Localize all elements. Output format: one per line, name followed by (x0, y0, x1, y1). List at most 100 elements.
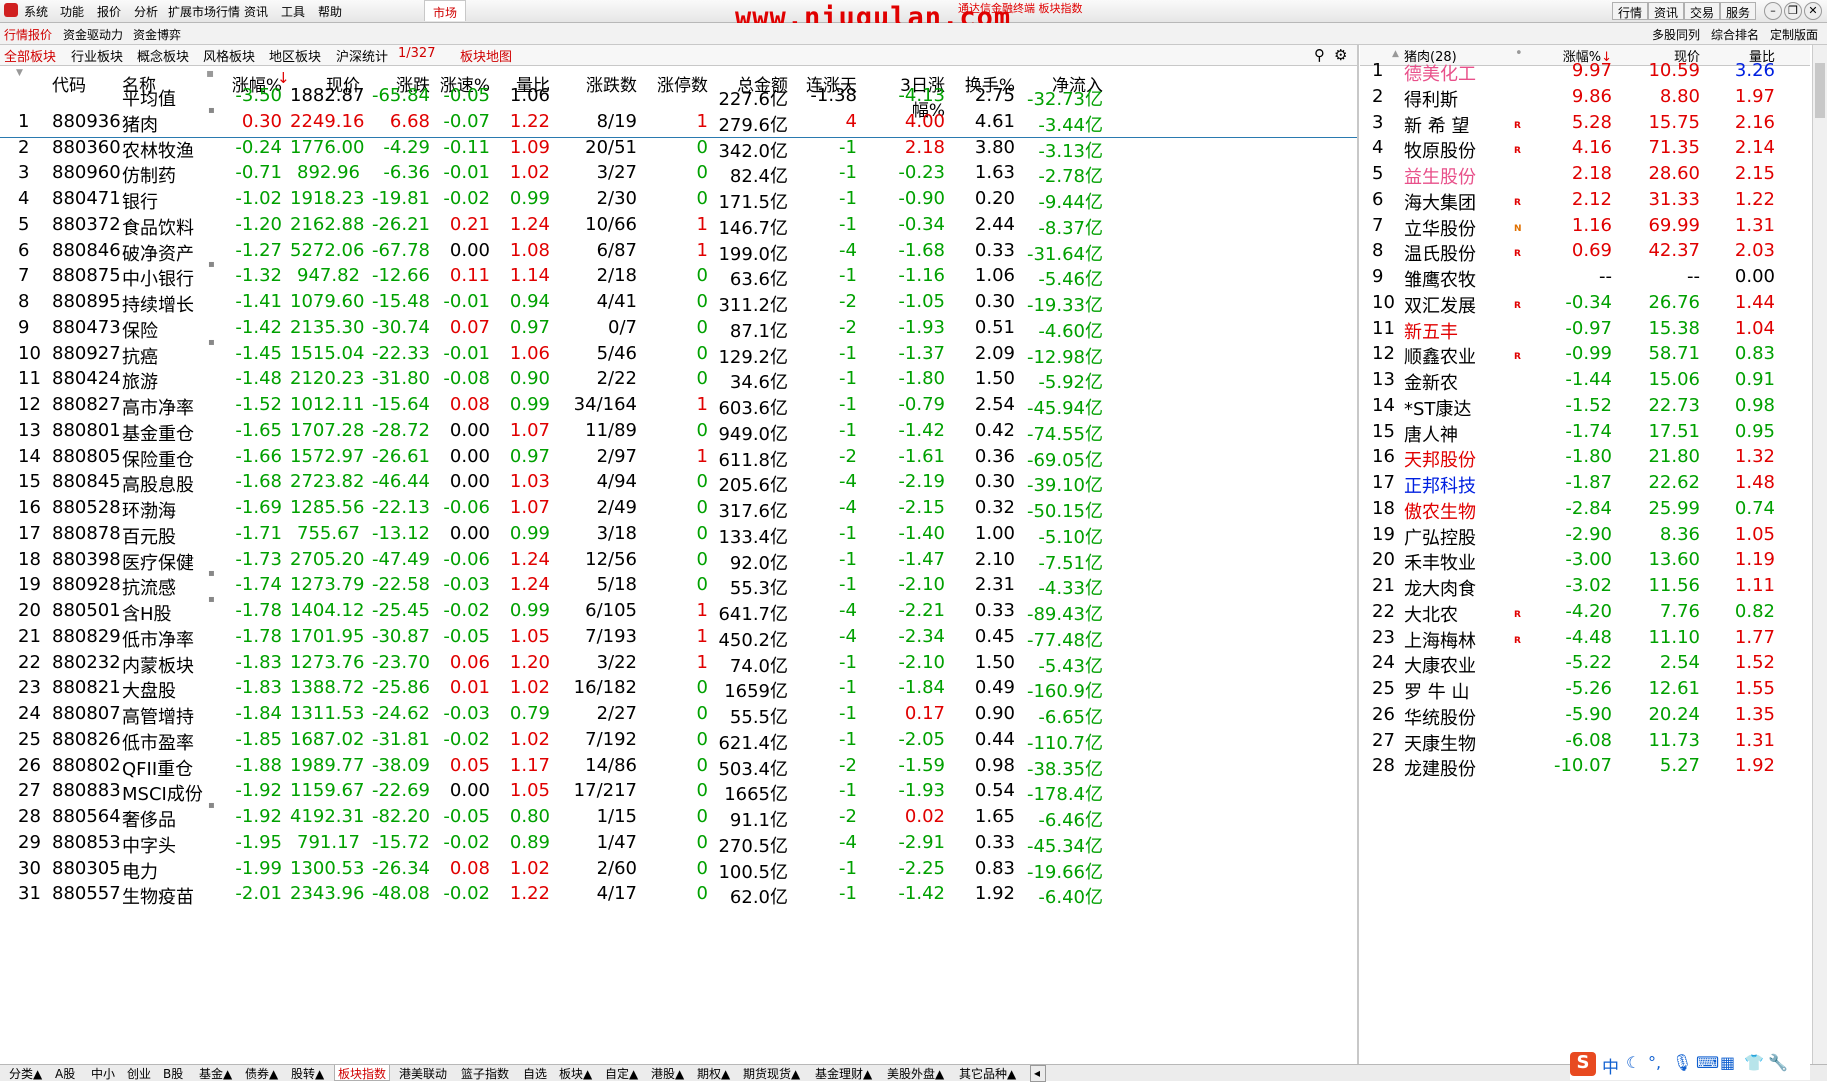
table-row[interactable]: 16 880528 环渤海 -1.69 1285.56 -22.13 -0.06 1.07 2/… (0, 497, 1357, 523)
menu-item[interactable]: 帮助 (318, 3, 342, 20)
tab-industry[interactable]: 行业板块 (71, 46, 123, 65)
col-code[interactable]: 代码 (52, 71, 112, 96)
table-row[interactable]: 15 880845 高股息股 -1.68 2723.82 -46.44 0.00 1.03 4/… (0, 471, 1357, 497)
rank-button[interactable]: 综合排名 (1711, 26, 1759, 43)
table-row[interactable]: 8 880895 持续增长 -1.41 1079.60 -15.48 -0.01 0.94 4/… (0, 291, 1357, 317)
bottom-tab[interactable]: 创业 (124, 1065, 154, 1081)
gear-icon[interactable]: ⚙ (1334, 46, 1347, 64)
table-row[interactable]: 29 880853 中字头 -1.95 791.17 -15.72 -0.02 0.89 1/4… (0, 832, 1357, 858)
quote-button[interactable]: 行情 (1612, 2, 1649, 20)
sector-map-link[interactable]: 板块地图 (460, 46, 512, 65)
minimize-icon[interactable]: – (1764, 2, 1782, 20)
restore-icon[interactable]: ❐ (1784, 2, 1802, 20)
table-row[interactable]: 25 880826 低市盈率 -1.85 1687.02 -31.81 -0.02 1.02 7… (0, 729, 1357, 755)
bottom-tab[interactable]: A股 (52, 1065, 78, 1081)
table-row[interactable]: 14 880805 保险重仓 -1.66 1572.97 -26.61 0.00 0.97 2/… (0, 446, 1357, 472)
custom-layout-button[interactable]: 定制版面 (1770, 26, 1818, 43)
bottom-tab[interactable]: 基金理财▲ (812, 1065, 875, 1081)
table-row[interactable]: 31 880557 生物疫苗 -2.01 2343.96 -48.08 -0.02 1.22 4… (0, 883, 1357, 909)
table-row[interactable]: 26 880802 QFII重仓 -1.88 1989.77 -38.09 0.05 1.17… (0, 755, 1357, 781)
bottom-tab[interactable]: 股转▲ (288, 1065, 327, 1081)
punct-icon[interactable]: °, (1648, 1053, 1661, 1072)
bottom-tab[interactable]: 板块指数 (334, 1065, 391, 1081)
bottom-tab[interactable]: 其它品种▲ (956, 1065, 1019, 1081)
table-row[interactable]: 28 880564 奢侈品 -1.92 4192.31 -82.20 -0.05 0.80 1/… (0, 800, 1357, 832)
bottom-tab[interactable]: 自定▲ (602, 1065, 641, 1081)
news-button[interactable]: 资讯 (1648, 2, 1685, 20)
app-logo-icon[interactable] (4, 3, 18, 17)
table-row[interactable]: 17 880878 百元股 -1.71 755.67 -13.12 0.00 0.99 3/18… (0, 523, 1357, 549)
table-row[interactable]: 5 880372 食品饮料 -1.20 2162.88 -26.21 0.21 1.24 10/… (0, 214, 1357, 240)
tab-stats[interactable]: 沪深统计 (336, 46, 388, 65)
bottom-tab[interactable]: 期权▲ (694, 1065, 733, 1081)
menu-market[interactable]: 市场 (424, 0, 467, 21)
mic-icon[interactable]: 🎙 (1672, 1053, 1692, 1072)
table-row[interactable]: 6 880846 破净资产 -1.27 5272.06 -67.78 0.00 1.08 6/8… (0, 240, 1357, 266)
table-row[interactable]: 22 880232 内蒙板块 -1.83 1273.76 -23.70 0.06 1.20 3/… (0, 652, 1357, 678)
bottom-tab[interactable]: 分类▲ (6, 1065, 45, 1081)
col-limitup[interactable]: 涨停数 (650, 71, 708, 96)
table-row[interactable]: 1 880936 猪肉 0.30 2249.16 6.68 -0.07 1.22 8/19 1 27… (0, 105, 1357, 138)
close-icon[interactable]: ✕ (1804, 2, 1822, 20)
bottom-tab[interactable]: B股 (160, 1065, 186, 1081)
service-button[interactable]: 服务 (1720, 2, 1757, 20)
table-row[interactable]: 7 880875 中小银行 -1.32 947.82 -12.66 0.11 1.14 2/18… (0, 259, 1357, 291)
trade-button[interactable]: 交易 (1684, 2, 1721, 20)
table-row[interactable]: 2 880360 农林牧渔 -0.24 1776.00 -4.29 -0.11 1.09 20/… (0, 137, 1357, 163)
vertical-scrollbar[interactable] (1812, 45, 1827, 1064)
menu-item[interactable]: 工具 (281, 3, 305, 20)
table-row[interactable]: 12 880827 高市净率 -1.52 1012.11 -15.64 0.08 0.99 34… (0, 394, 1357, 420)
search-icon[interactable]: ⚲ (1314, 46, 1325, 64)
menu-item[interactable]: 功能 (60, 3, 84, 20)
table-row[interactable]: 24 880807 高管增持 -1.84 1311.53 -24.62 -0.03 0.79 2… (0, 703, 1357, 729)
table-row[interactable]: 27 880883 MSCI成份 -1.92 1159.67 -22.69 0.00 1.05… (0, 780, 1357, 806)
col-updown[interactable]: 涨跌数 (567, 71, 637, 96)
sort-icon[interactable]: ▼ (16, 68, 23, 78)
tab-fund-drive[interactable]: 资金驱动力 (63, 26, 123, 43)
menu-item[interactable]: 资讯 (244, 3, 268, 20)
menu-item[interactable]: 扩展市场行情 (168, 3, 240, 20)
input-mode[interactable]: 中 (1602, 1053, 1619, 1078)
bottom-tab[interactable]: 板块▲ (556, 1065, 595, 1081)
tab-all-sectors[interactable]: 全部板块 (4, 46, 56, 65)
bottom-tab[interactable]: 美股外盘▲ (884, 1065, 947, 1081)
table-row[interactable]: 21 880829 低市净率 -1.78 1701.95 -30.87 -0.05 1.05 7… (0, 626, 1357, 652)
table-row[interactable]: 11 880424 旅游 -1.48 2120.23 -31.80 -0.08 0.90 2/2… (0, 368, 1357, 394)
tab-quote-list[interactable]: 行情报价 (4, 26, 52, 43)
table-row[interactable]: 19 880928 抗流感 -1.74 1273.79 -22.58 -0.03 1.24 5/… (0, 568, 1357, 600)
bottom-tab[interactable]: 篮子指数 (458, 1065, 512, 1081)
bottom-tab[interactable]: 中小 (88, 1065, 118, 1081)
bottom-tab[interactable]: 港美联动 (396, 1065, 450, 1081)
tab-region[interactable]: 地区板块 (269, 46, 321, 65)
shirt-icon[interactable]: 👕 (1744, 1053, 1764, 1072)
tab-concept[interactable]: 概念板块 (137, 46, 189, 65)
wrench-icon[interactable]: 🔧 (1768, 1053, 1788, 1072)
pane-divider[interactable] (1357, 45, 1359, 1064)
grid-icon[interactable]: ▦ (1720, 1053, 1735, 1072)
scroll-thumb[interactable] (1815, 63, 1825, 118)
moon-icon[interactable]: ☾ (1626, 1053, 1640, 1072)
table-row[interactable]: 3 880960 仿制药 -0.71 892.96 -6.36 -0.01 1.02 3/27 0… (0, 162, 1357, 188)
table-row[interactable]: 13 880801 基金重仓 -1.65 1707.28 -28.72 0.00 1.07 11… (0, 420, 1357, 446)
menu-item[interactable]: 分析 (134, 3, 158, 20)
multi-stock-button[interactable]: 多股同列 (1652, 26, 1700, 43)
tab-fund-game[interactable]: 资金博弈 (133, 26, 181, 43)
bottom-tab[interactable]: 港股▲ (648, 1065, 687, 1081)
table-row[interactable]: 18 880398 医疗保健 -1.73 2705.20 -47.49 -0.06 1.24 1… (0, 549, 1357, 575)
menu-item[interactable]: 报价 (97, 3, 121, 20)
keyboard-icon[interactable]: ⌨ (1696, 1053, 1719, 1072)
table-row[interactable]: 20 880501 含H股 -1.78 1404.12 -25.45 -0.02 0.99 6/… (0, 594, 1357, 626)
constituent-row[interactable]: 28 龙建股份 -10.07 5.27 1.92 (1360, 755, 1800, 785)
tab-style[interactable]: 风格板块 (203, 46, 255, 65)
menu-item[interactable]: 系统 (24, 3, 48, 20)
table-row[interactable]: 30 880305 电力 -1.99 1300.53 -26.34 0.08 1.02 2/60… (0, 858, 1357, 884)
tab-scroll-left-icon[interactable]: ◂ (1030, 1065, 1046, 1082)
bottom-tab[interactable]: 自选 (520, 1065, 550, 1081)
sogou-logo-icon[interactable]: S (1570, 1052, 1596, 1076)
table-row[interactable]: 4 880471 银行 -1.02 1918.23 -19.81 -0.02 0.99 2/30… (0, 188, 1357, 214)
table-row[interactable]: 10 880927 抗癌 -1.45 1515.04 -22.33 -0.01 1.06 5/4… (0, 337, 1357, 369)
bottom-tab[interactable]: 基金▲ (196, 1065, 235, 1081)
bottom-tab[interactable]: 期货现货▲ (740, 1065, 803, 1081)
bottom-tab[interactable]: 债券▲ (242, 1065, 281, 1081)
table-row[interactable]: 23 880821 大盘股 -1.83 1388.72 -25.86 0.01 1.02 16/… (0, 677, 1357, 703)
